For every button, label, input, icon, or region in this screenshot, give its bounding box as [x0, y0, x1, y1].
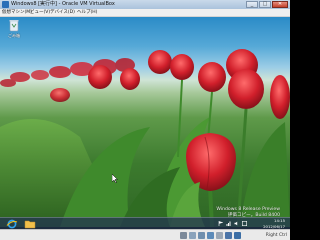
flag-icon[interactable] — [218, 221, 223, 226]
optical-drive-icon[interactable] — [189, 232, 196, 239]
taskbar-clock[interactable]: 14:15 2012/06/17 — [263, 218, 285, 229]
menu-machine[interactable]: 仮想マシン(M) — [2, 9, 32, 16]
minimize-icon: _ — [250, 1, 254, 7]
minimize-button[interactable]: _ — [246, 1, 258, 8]
folder-icon[interactable] — [24, 219, 36, 229]
mouse-cursor-icon — [112, 174, 118, 183]
mouse-integration-icon[interactable] — [225, 232, 232, 239]
virtualbox-status-bar: Right Ctrl — [0, 229, 290, 240]
close-button[interactable]: ✕ — [272, 1, 288, 8]
menu-view[interactable]: ビュー(V) — [30, 9, 50, 16]
menu-bar: 仮想マシン(M) ビュー(V) デバイス(D) ヘルプ(H) — [0, 9, 290, 17]
network-adapter-icon[interactable] — [207, 232, 214, 239]
guest-desktop[interactable]: ごみ箱 Windows 8 Release Preview 評価コピー。Buil… — [0, 17, 290, 227]
menu-devices[interactable]: デバイス(D) — [50, 9, 75, 16]
virtualbox-app-icon — [2, 1, 9, 8]
ie-icon[interactable] — [6, 219, 18, 229]
maximize-button[interactable]: □ — [259, 1, 271, 8]
menu-help[interactable]: ヘルプ(H) — [77, 9, 97, 16]
maximize-icon: □ — [262, 1, 268, 7]
host-key-icon[interactable] — [234, 232, 241, 239]
recycle-bin-icon — [9, 20, 19, 32]
desktop-icon-label: ごみ箱 — [8, 33, 20, 38]
window-title: Windows8 [実行中] - Oracle VM VirtualBox — [11, 1, 115, 7]
usb-icon[interactable] — [198, 232, 205, 239]
network-icon[interactable] — [226, 221, 231, 226]
close-icon: ✕ — [277, 1, 283, 7]
hard-disk-icon[interactable] — [180, 232, 187, 239]
desktop-icon-recycle-bin[interactable]: ごみ箱 — [4, 19, 24, 41]
tulip-wallpaper — [0, 49, 290, 227]
speaker-icon[interactable] — [234, 221, 239, 226]
watermark-line1: Windows 8 Release Preview — [216, 207, 280, 212]
shared-folder-icon[interactable] — [216, 232, 223, 239]
host-key-label: Right Ctrl — [265, 233, 287, 238]
virtualbox-window: Windows8 [実行中] - Oracle VM VirtualBox _ … — [0, 0, 290, 240]
ime-icon[interactable] — [242, 221, 247, 226]
